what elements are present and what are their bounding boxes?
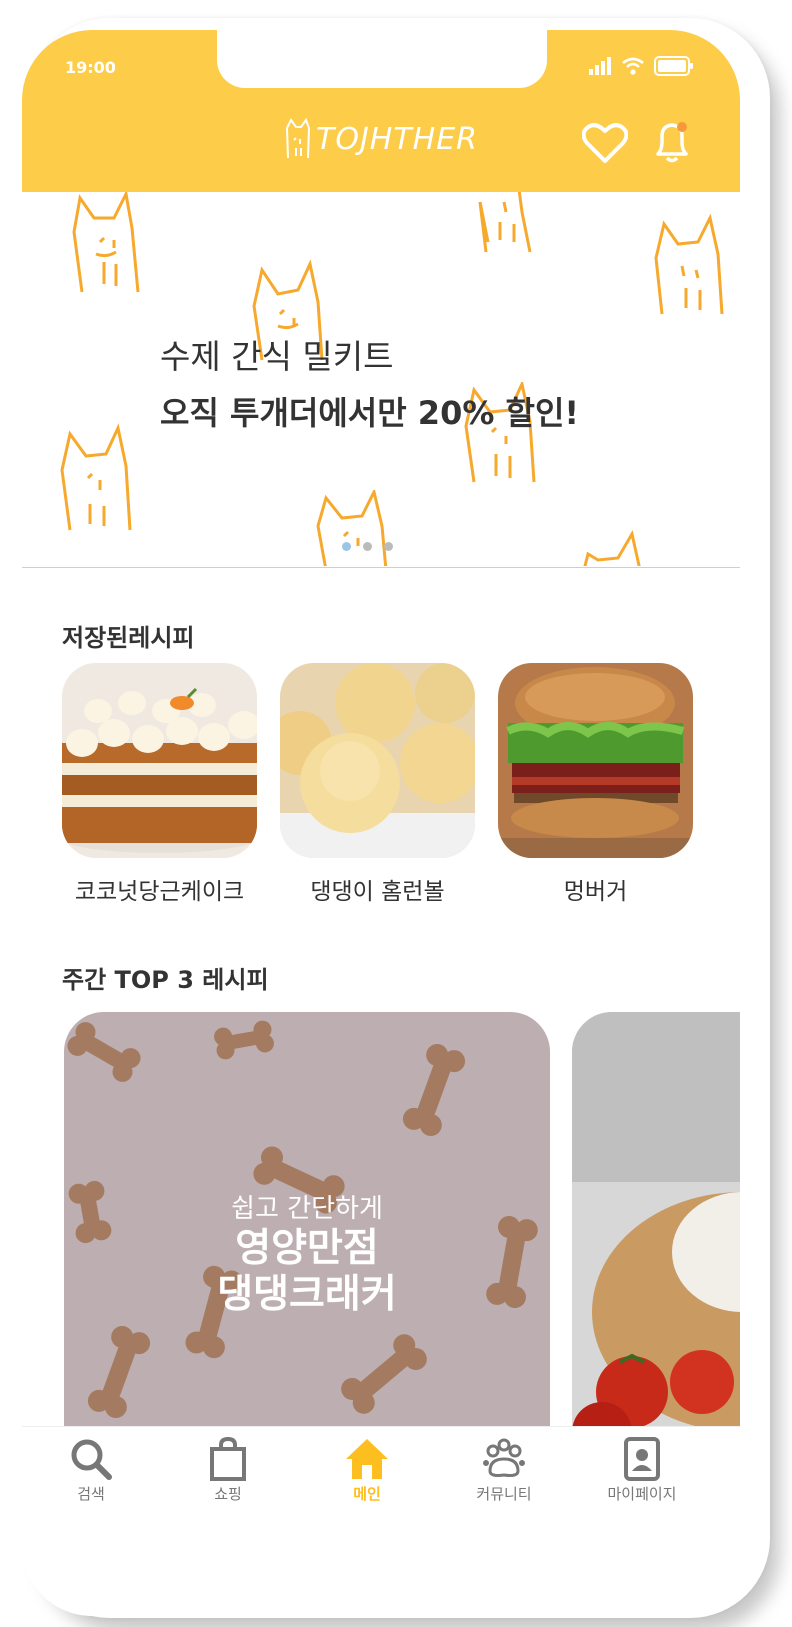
saved-recipes-title: 저장된레시피 (62, 624, 195, 652)
saved-recipes-list: 코코넛당근케이크 댕댕이 홈런볼 멍버거 (62, 663, 693, 906)
profile-icon (624, 1437, 660, 1481)
tab-label: 메인 (353, 1485, 381, 1503)
cat-doodle-decoration (478, 192, 532, 253)
tab-community[interactable]: 커뮤니티 (444, 1437, 564, 1504)
banner-pagination (342, 542, 393, 551)
burger-image[interactable] (498, 663, 693, 858)
carrot-cake-image[interactable] (62, 663, 257, 858)
banner-title: 오직 투개더에서만 20% 할인! (160, 394, 580, 432)
battery-icon (654, 56, 693, 76)
home-icon (346, 1439, 388, 1479)
cream-puffs-image[interactable] (280, 663, 475, 858)
status-icons (588, 56, 694, 76)
saved-recipe-item[interactable]: 댕댕이 홈런볼 (280, 663, 475, 906)
weekly-top3-title: 주간 TOP 3 레시피 (62, 966, 269, 994)
device-notch (217, 30, 547, 88)
cat-doodle-decoration (72, 192, 140, 293)
favorites-heart-icon[interactable] (582, 122, 628, 164)
logo-text: TOJHTHER (316, 121, 479, 157)
bottom-tab-bar: 검색 쇼핑 메인 커뮤니티 마이페이지 (22, 1426, 740, 1616)
tab-label: 마이페이지 (607, 1485, 677, 1503)
tab-label: 커뮤니티 (476, 1485, 532, 1503)
promo-banner[interactable]: 수제 간식 밀키트 오직 투개더에서만 20% 할인! (22, 192, 740, 566)
phone-frame: 19:00 TOJHTHER 수제 간식 밀키트 오직 투개더에서만 20% 할… (0, 0, 792, 1627)
pagination-dot-1[interactable] (342, 542, 351, 551)
pagination-dot-2[interactable] (363, 542, 372, 551)
tab-search[interactable]: 검색 (31, 1437, 151, 1504)
tab-mypage[interactable]: 마이페이지 (582, 1437, 702, 1504)
signal-icon (589, 57, 611, 75)
cat-logo-icon (285, 118, 311, 159)
tomato-dish-image (572, 1012, 740, 1442)
cat-doodle-decoration (583, 530, 641, 566)
banner-subtitle: 수제 간식 밀키트 (160, 337, 394, 376)
saved-recipe-label: 멍버거 (563, 879, 628, 905)
saved-recipe-label: 코코넛당근케이크 (74, 879, 245, 905)
tab-main[interactable]: 메인 (307, 1437, 427, 1504)
shopping-bag-icon (210, 1437, 246, 1481)
app-logo[interactable]: TOJHTHER (284, 118, 478, 160)
notification-bell-icon[interactable] (652, 120, 692, 164)
cat-doodle-decoration (316, 490, 388, 566)
top-recipe-card-next[interactable] (572, 1012, 740, 1442)
search-icon (71, 1439, 112, 1480)
cat-doodle-decoration (60, 423, 132, 531)
paw-icon (483, 1438, 525, 1477)
saved-recipe-item[interactable]: 코코넛당근케이크 (62, 663, 257, 906)
card-title: 영양만점 댕댕크래커 (64, 1226, 550, 1318)
card-title-line-1: 영양만점 (235, 1226, 379, 1271)
card-title-line-2: 댕댕크래커 (217, 1272, 397, 1317)
tab-label: 쇼핑 (214, 1485, 242, 1503)
tab-label: 검색 (77, 1485, 105, 1503)
wifi-icon (622, 57, 644, 75)
app-header: 19:00 TOJHTHER (22, 30, 740, 192)
status-time: 19:00 (65, 58, 116, 77)
section-divider (22, 567, 740, 568)
tab-shopping[interactable]: 쇼핑 (168, 1437, 288, 1504)
saved-recipe-item[interactable]: 멍버거 (498, 663, 693, 906)
cat-doodle-decoration (654, 214, 724, 315)
app-screen: 19:00 TOJHTHER 수제 간식 밀키트 오직 투개더에서만 20% 할… (22, 30, 740, 1616)
saved-recipe-label: 댕댕이 홈런볼 (310, 879, 445, 905)
pagination-dot-3[interactable] (384, 542, 393, 551)
top-recipe-card[interactable]: 쉽고 간단하게 영양만점 댕댕크래커 (64, 1012, 550, 1442)
card-subtitle: 쉽고 간단하게 (231, 1194, 383, 1224)
